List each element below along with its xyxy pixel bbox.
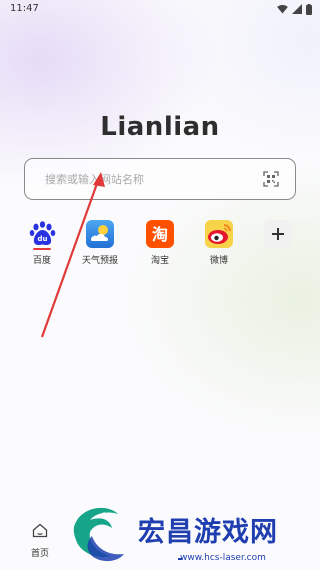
annotation-arrow [40,172,105,338]
watermark: 宏昌游戏网 www.hcs-laser.com [66,500,320,569]
search-input[interactable] [45,159,245,199]
status-time: 11:47 [10,3,39,14]
shortcut-weather[interactable]: 天气预报 [80,220,120,266]
search-bar[interactable] [24,158,296,200]
watermark-url: www.hcs-laser.com [180,553,266,563]
dragon-logo-icon [73,507,124,562]
status-bar: 11:47 [0,0,320,20]
shortcut-taobao[interactable]: 淘 淘宝 [140,220,180,266]
nav-home-label: 首页 [30,549,49,559]
nav-home[interactable]: 首页 [22,523,58,559]
weather-icon [86,220,114,248]
shortcut-label: 天气预报 [81,256,118,266]
battery-icon [306,3,312,15]
home-icon [32,523,48,538]
shortcut-grid: du 百度 天气预报 淘 淘宝 微博 [26,220,296,280]
shortcut-add[interactable] [258,220,298,253]
shortcut-weibo[interactable]: 微博 [199,220,239,266]
svg-text:淘: 淘 [152,225,168,244]
shortcut-label: 微博 [209,256,228,266]
watermark-title: 宏昌游戏网 [138,517,278,548]
status-icons [277,3,312,15]
signal-icon [292,4,302,14]
shortcut-label: 百度 [32,256,51,266]
baidu-underline [33,248,51,250]
app-logo: Lianlian [100,112,220,142]
shortcut-label: 淘宝 [150,256,169,266]
wifi-icon [277,4,288,14]
shortcut-baidu[interactable]: du 百度 [22,220,62,266]
add-icon [264,220,292,248]
svg-text:du: du [38,235,48,243]
baidu-icon: du [29,221,56,245]
weibo-icon [205,220,233,248]
taobao-icon: 淘 [146,220,174,248]
scan-icon[interactable] [263,171,279,187]
